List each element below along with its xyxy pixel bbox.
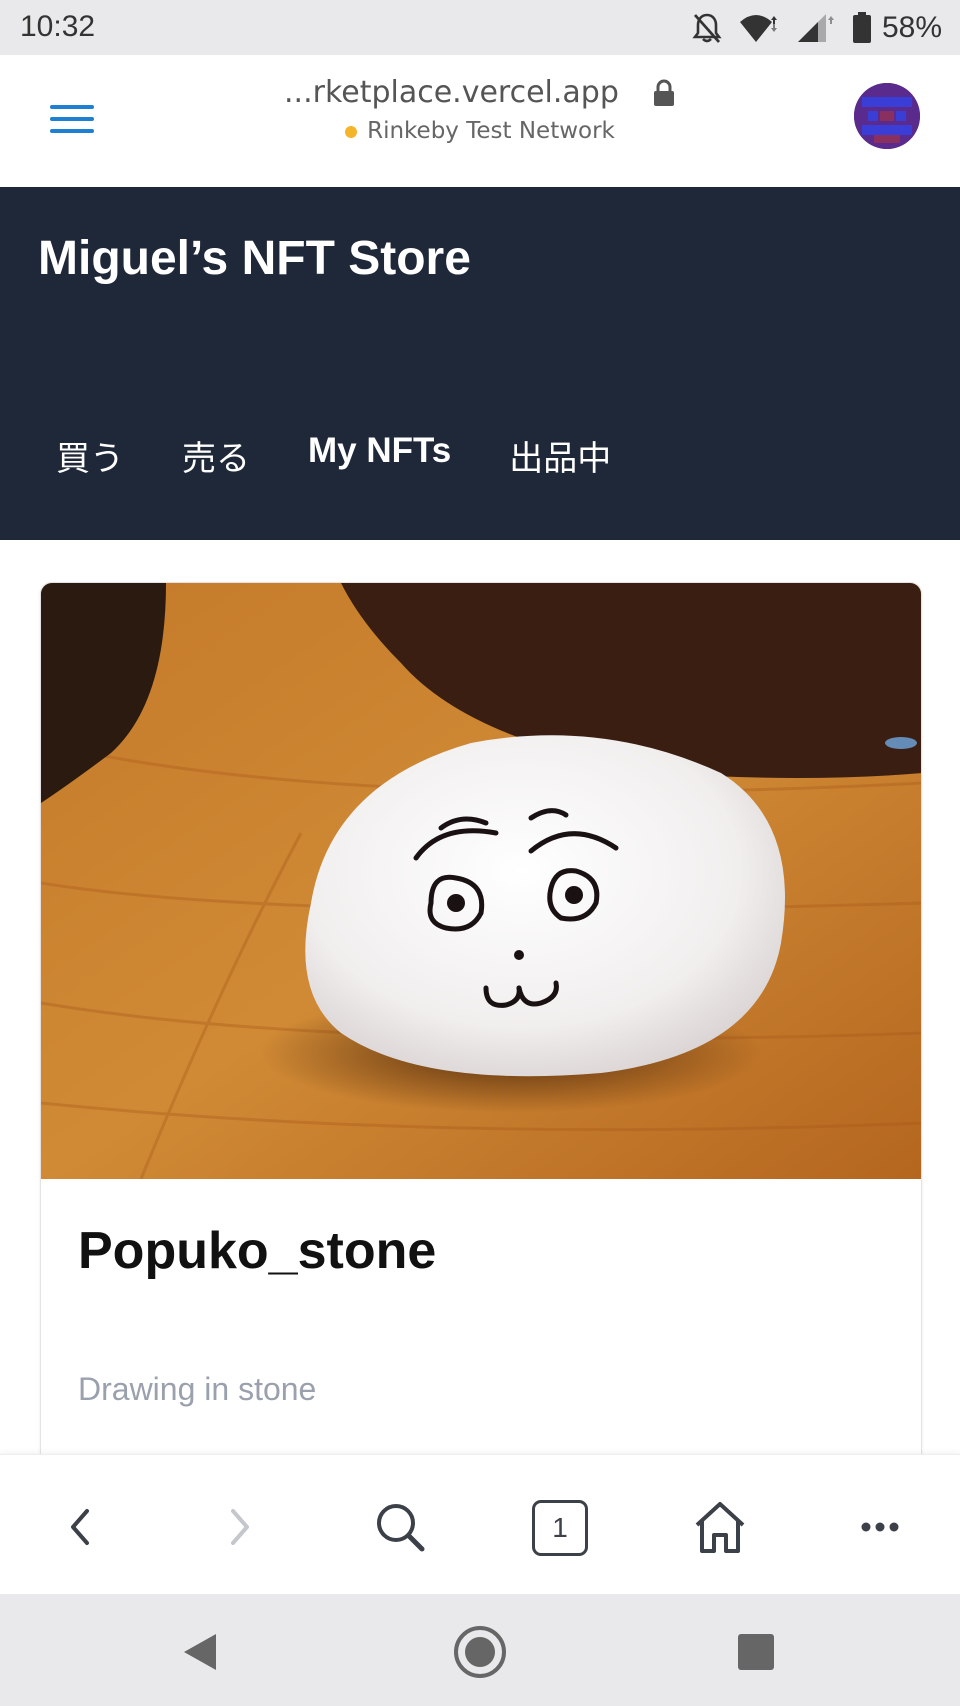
more-icon[interactable] [848, 1495, 912, 1559]
nav-listed[interactable]: 出品中 [509, 431, 611, 480]
network-name: Rinkeby Test Network [367, 118, 615, 144]
notifications-off-icon [692, 13, 722, 43]
wifi-icon [739, 15, 777, 42]
browser-toolbar: 1 [0, 1454, 960, 1594]
android-home-icon[interactable] [452, 1624, 508, 1680]
battery-icon [852, 12, 871, 43]
android-recents-icon[interactable] [728, 1624, 784, 1680]
network-dot [345, 125, 358, 138]
url-text: ...rketplace.vercel.app [284, 75, 619, 110]
nav-sell[interactable]: 売る [182, 431, 250, 480]
account-avatar[interactable] [854, 83, 920, 149]
identicon-icon [854, 83, 920, 149]
android-nav-bar [0, 1594, 960, 1706]
lock-icon [654, 79, 674, 106]
battery-percent: 58% [881, 11, 942, 44]
network-indicator: Rinkeby Test Network [200, 118, 760, 144]
store-title: Miguel’s NFT Store [38, 232, 471, 285]
back-icon[interactable] [48, 1495, 112, 1559]
forward-icon[interactable] [208, 1495, 272, 1559]
status-bar: 10:32 58% [0, 0, 960, 55]
android-back-icon[interactable] [172, 1624, 228, 1680]
address-display[interactable]: ...rketplace.vercel.app Rinkeby Test Net… [200, 75, 760, 144]
tabs-icon[interactable]: 1 [532, 1500, 588, 1556]
nav-buy[interactable]: 買う [56, 431, 124, 480]
search-icon[interactable] [368, 1495, 432, 1559]
home-icon[interactable] [688, 1495, 752, 1559]
nft-image [41, 583, 921, 1179]
status-icons: 58% [692, 10, 942, 46]
hamburger-menu-icon[interactable] [50, 105, 94, 135]
nft-name: Popuko_stone [78, 1222, 437, 1280]
nft-description: Drawing in stone [78, 1371, 317, 1407]
nav-my-nfts[interactable]: My NFTs [308, 431, 451, 480]
screen: 10:32 58% ...rketplace.vercel.app Rinkeb… [0, 0, 960, 1706]
browser-url-bar: ...rketplace.vercel.app Rinkeby Test Net… [0, 55, 960, 187]
store-nav: 買う 売る My NFTs 出品中 [56, 431, 611, 480]
signal-icon [797, 14, 834, 42]
nft-card[interactable]: Popuko_stone Drawing in stone [40, 582, 922, 1482]
status-time: 10:32 [20, 10, 96, 43]
store-header: Miguel’s NFT Store 買う 売る My NFTs 出品中 [0, 187, 960, 540]
